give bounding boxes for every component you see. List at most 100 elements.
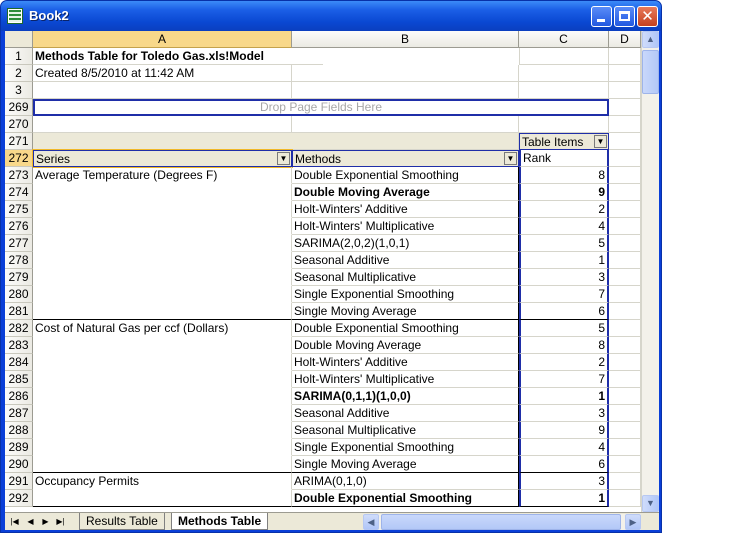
methods-field-button[interactable]: Methods: [292, 150, 519, 167]
rank-cell[interactable]: 2: [519, 201, 609, 218]
method-cell[interactable]: Single Exponential Smoothing: [292, 439, 519, 456]
rank-cell[interactable]: 7: [519, 371, 609, 388]
series-cell[interactable]: [33, 439, 292, 456]
drop-page-fields-area[interactable]: Drop Page Fields Here: [33, 99, 609, 116]
row-header[interactable]: 292: [5, 490, 33, 507]
empty-cell[interactable]: [609, 337, 641, 354]
method-cell[interactable]: SARIMA(0,1,1)(1,0,0): [292, 388, 519, 405]
series-cell[interactable]: [33, 422, 292, 439]
vertical-scrollbar[interactable]: ▲ ▼: [641, 31, 659, 512]
empty-cell[interactable]: [609, 473, 641, 490]
method-cell[interactable]: Double Moving Average: [292, 184, 519, 201]
table-items-dropdown-icon[interactable]: ▼: [594, 135, 607, 148]
row-header[interactable]: 3: [5, 82, 33, 99]
resize-grip[interactable]: [643, 514, 659, 530]
method-cell[interactable]: SARIMA(2,0,2)(1,0,1): [292, 235, 519, 252]
cell-a1[interactable]: Methods Table for Toledo Gas.xls!Model: [33, 48, 323, 65]
series-cell[interactable]: [33, 235, 292, 252]
row-header[interactable]: 281: [5, 303, 33, 320]
row-header[interactable]: 270: [5, 116, 33, 133]
series-cell[interactable]: [33, 388, 292, 405]
row-header[interactable]: 282: [5, 320, 33, 337]
empty-cell[interactable]: [609, 218, 641, 235]
empty-cell[interactable]: [609, 388, 641, 405]
horizontal-scrollbar[interactable]: ◀ ▶: [363, 514, 641, 530]
row-header[interactable]: 2: [5, 65, 33, 82]
series-cell[interactable]: [33, 201, 292, 218]
column-header-c[interactable]: C: [519, 31, 609, 48]
series-cell[interactable]: [33, 337, 292, 354]
row-header[interactable]: 269: [5, 99, 33, 116]
method-cell[interactable]: Single Exponential Smoothing: [292, 286, 519, 303]
rank-cell[interactable]: 8: [519, 167, 609, 184]
rank-cell[interactable]: 4: [519, 218, 609, 235]
last-sheet-icon[interactable]: ▶|: [55, 515, 66, 528]
rank-cell[interactable]: 3: [519, 473, 609, 490]
previous-sheet-icon[interactable]: ◀: [25, 515, 36, 528]
row-header[interactable]: 285: [5, 371, 33, 388]
rank-cell[interactable]: 4: [519, 439, 609, 456]
rank-cell[interactable]: 3: [519, 269, 609, 286]
scroll-down-button[interactable]: ▼: [642, 495, 659, 512]
method-cell[interactable]: Holt-Winters' Additive: [292, 201, 519, 218]
cell-a2[interactable]: Created 8/5/2010 at 11:42 AM: [33, 65, 292, 82]
rank-cell[interactable]: 5: [519, 235, 609, 252]
series-cell[interactable]: Occupancy Permits: [33, 473, 292, 490]
series-cell[interactable]: [33, 184, 292, 201]
empty-cell[interactable]: [609, 303, 641, 320]
vertical-scroll-thumb[interactable]: [642, 50, 659, 94]
row-header[interactable]: 284: [5, 354, 33, 371]
row-header[interactable]: 288: [5, 422, 33, 439]
empty-cell[interactable]: [609, 371, 641, 388]
row-header[interactable]: 1: [5, 48, 33, 65]
rank-header-cell[interactable]: Rank: [519, 150, 609, 167]
select-all-corner[interactable]: [5, 31, 33, 48]
empty-cell[interactable]: [609, 235, 641, 252]
cell-d272[interactable]: [609, 150, 641, 167]
row-header[interactable]: 272: [5, 150, 33, 167]
method-cell[interactable]: Seasonal Additive: [292, 405, 519, 422]
row-header[interactable]: 287: [5, 405, 33, 422]
empty-cell[interactable]: [609, 422, 641, 439]
method-cell[interactable]: Holt-Winters' Multiplicative: [292, 218, 519, 235]
cell-d269[interactable]: [609, 99, 641, 116]
sheet-tab-methods-table[interactable]: Methods Table: [171, 513, 269, 530]
series-dropdown-icon[interactable]: ▼: [277, 152, 290, 165]
rank-cell[interactable]: 8: [519, 337, 609, 354]
sheet-tab-results-table[interactable]: Results Table: [79, 513, 165, 530]
method-cell[interactable]: Seasonal Multiplicative: [292, 422, 519, 439]
column-header-a[interactable]: A: [33, 31, 292, 48]
row-header[interactable]: 273: [5, 167, 33, 184]
rank-cell[interactable]: 6: [519, 456, 609, 473]
empty-cell[interactable]: [609, 286, 641, 303]
cell-d2[interactable]: [609, 65, 641, 82]
method-cell[interactable]: Single Moving Average: [292, 303, 519, 320]
row-header[interactable]: 278: [5, 252, 33, 269]
rank-cell[interactable]: 6: [519, 303, 609, 320]
cell-c2[interactable]: [519, 65, 609, 82]
empty-cell[interactable]: [609, 490, 641, 507]
rank-cell[interactable]: 9: [519, 422, 609, 439]
empty-cell[interactable]: [609, 201, 641, 218]
cell-d271[interactable]: [609, 133, 641, 150]
series-cell[interactable]: [33, 303, 292, 320]
column-header-d[interactable]: D: [609, 31, 641, 48]
row-header[interactable]: 280: [5, 286, 33, 303]
row-header[interactable]: 289: [5, 439, 33, 456]
cell-c1[interactable]: [519, 48, 609, 65]
row-header[interactable]: 286: [5, 388, 33, 405]
cell-d270[interactable]: [609, 116, 641, 133]
empty-cell[interactable]: [609, 167, 641, 184]
empty-cell[interactable]: [609, 354, 641, 371]
empty-cell[interactable]: [609, 252, 641, 269]
empty-cell[interactable]: [609, 320, 641, 337]
rank-cell[interactable]: 5: [519, 320, 609, 337]
rank-cell[interactable]: 1: [519, 252, 609, 269]
cell-b3[interactable]: [292, 82, 519, 99]
excel-workbook-icon[interactable]: [7, 8, 23, 24]
cell-a270[interactable]: [33, 116, 292, 133]
series-cell[interactable]: [33, 286, 292, 303]
cell-b2[interactable]: [292, 65, 519, 82]
row-header[interactable]: 271: [5, 133, 33, 150]
method-cell[interactable]: Seasonal Multiplicative: [292, 269, 519, 286]
